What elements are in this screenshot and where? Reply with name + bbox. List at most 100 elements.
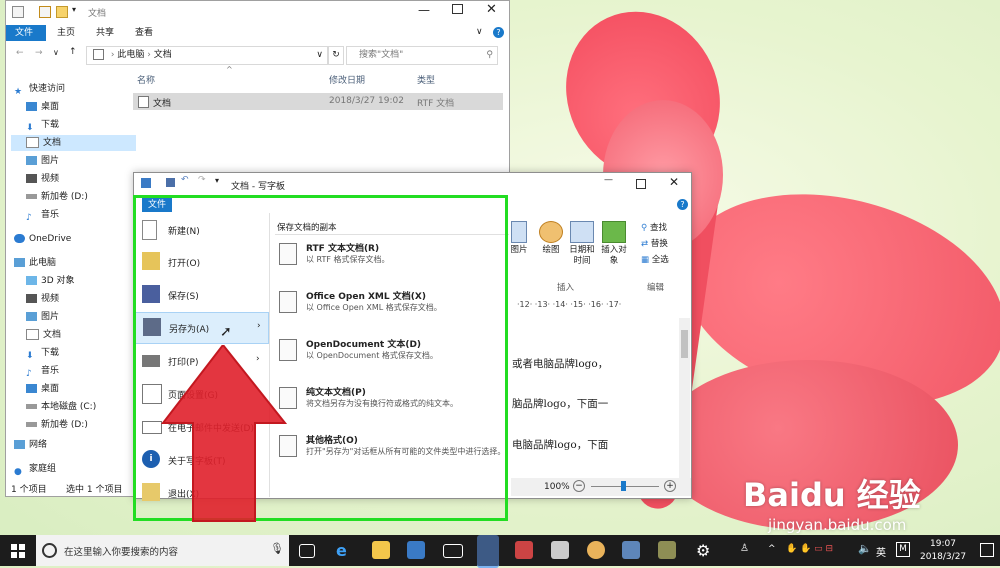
insert-picture-button[interactable]: 图片 [509, 221, 529, 256]
sidebar-item-this-pc[interactable]: 此电脑 [14, 255, 56, 271]
paint-drawing-button[interactable]: 绘图 [536, 221, 566, 256]
tab-home[interactable]: 主页 [48, 25, 84, 41]
forward-arrow-icon[interactable]: → [35, 48, 43, 58]
insert-object-button[interactable]: 插入对象 [599, 221, 629, 267]
sidebar-item-onedrive[interactable]: OneDrive [14, 231, 71, 247]
date-time-button[interactable]: 日期和时间 [567, 221, 597, 267]
replace-button[interactable]: ⇄ 替换 [641, 237, 668, 249]
microphone-icon[interactable]: 🎙 [270, 542, 284, 555]
sidebar-item-quick-access[interactable]: ★ 快速访问 [14, 81, 65, 97]
tab-share[interactable]: 共享 [87, 25, 123, 41]
notification-icon[interactable] [980, 543, 994, 557]
qat-save-icon[interactable] [166, 178, 175, 187]
column-header-modified[interactable]: 修改日期 [329, 73, 365, 86]
sidebar-item-desktop[interactable]: 桌面 [26, 99, 59, 115]
task-view-icon[interactable] [299, 544, 315, 558]
sidebar-item-music-pc[interactable]: ♪ 音乐 [26, 363, 59, 379]
taskbar-search-box[interactable]: 在这里输入你要搜索的内容 🎙 [36, 535, 289, 566]
paint-taskbar-icon[interactable] [587, 541, 605, 559]
recent-dropdown-icon[interactable]: ∨ [53, 48, 59, 57]
ime-indicator[interactable]: 英 [876, 544, 886, 559]
app-icon-1[interactable] [515, 541, 533, 559]
file-explorer-taskbar-icon[interactable] [372, 541, 390, 559]
video-icon [26, 174, 37, 183]
edit-group-label: 编辑 [647, 283, 665, 293]
music-icon: ♪ [26, 213, 32, 223]
breadcrumb-this-pc[interactable]: 此电脑 [117, 50, 144, 60]
sidebar-item-pictures[interactable]: 图片 [26, 153, 59, 169]
settings-gear-icon[interactable]: ⚙ [696, 541, 714, 560]
sidebar-item-pictures-pc[interactable]: 图片 [26, 309, 59, 325]
sort-arrow-icon: ^ [226, 65, 233, 74]
zoom-slider-thumb[interactable] [621, 481, 626, 491]
qat-dropdown-icon[interactable]: ▾ [72, 5, 76, 14]
tab-view[interactable]: 查看 [126, 25, 162, 41]
help-icon[interactable]: ? [493, 27, 504, 38]
desktop-icon [26, 384, 37, 393]
people-icon[interactable]: ♙ [740, 543, 749, 554]
back-arrow-icon[interactable]: ← [16, 48, 24, 58]
tab-file[interactable]: 文件 [6, 25, 46, 41]
close-button[interactable]: ✕ [486, 2, 497, 17]
find-button[interactable]: ⚲ 查找 [641, 221, 667, 233]
up-arrow-icon[interactable]: ↑ [69, 47, 77, 57]
sidebar-item-videos[interactable]: 视频 [26, 171, 59, 187]
vertical-scrollbar[interactable] [679, 318, 690, 478]
address-dropdown-icon[interactable]: ∨ [316, 47, 323, 64]
address-bar[interactable]: › 此电脑 › 文档 ∨ [86, 46, 328, 65]
3d-icon [26, 276, 37, 285]
column-header-type[interactable]: 类型 [417, 73, 435, 86]
breadcrumb-documents[interactable]: 文档 [154, 50, 172, 60]
drive-icon [26, 194, 37, 199]
clock-date[interactable]: 2018/3/27 [920, 552, 966, 562]
pictures-icon [26, 156, 37, 165]
ribbon-expand-icon[interactable]: ∨ [476, 27, 483, 37]
qat-dropdown-icon[interactable]: ▾ [215, 176, 219, 185]
start-windows-icon[interactable] [11, 544, 25, 558]
sidebar-item-homegroup[interactable]: ● 家庭组 [14, 461, 56, 477]
wordpad-taskbar-icon[interactable] [477, 535, 499, 568]
sidebar-item-music[interactable]: ♪ 音乐 [26, 207, 59, 223]
minimize-button[interactable]: — [418, 3, 430, 17]
ime-mode-icon[interactable]: M [896, 542, 910, 557]
store-icon[interactable] [407, 541, 425, 559]
sidebar-item-drive-d[interactable]: 新加卷 (D:) [26, 189, 88, 205]
refresh-button[interactable]: ↻ [328, 46, 344, 65]
sidebar-item-videos-pc[interactable]: 视频 [26, 291, 59, 307]
scroll-thumb[interactable] [681, 330, 688, 358]
properties-icon[interactable] [39, 6, 51, 18]
app-icon-3[interactable] [622, 541, 640, 559]
sidebar-item-documents-pc[interactable]: 文档 [26, 327, 61, 343]
sidebar-item-desktop-pc[interactable]: 桌面 [26, 381, 59, 397]
sidebar-item-downloads-pc[interactable]: ⬇ 下载 [26, 345, 59, 361]
picture-icon [511, 221, 527, 243]
app-icon-2[interactable] [551, 541, 569, 559]
maximize-button[interactable] [452, 4, 463, 14]
qat-undo-icon[interactable]: ↶ [181, 175, 189, 185]
column-header-name[interactable]: 名称 [137, 73, 155, 86]
status-item-count: 1 个项目 [11, 485, 47, 495]
sidebar-item-drive-c[interactable]: 本地磁盘 (C:) [26, 399, 96, 415]
app-icon-4[interactable] [658, 541, 676, 559]
new-folder-icon[interactable] [56, 6, 68, 18]
sidebar-item-drive-d-pc[interactable]: 新加卷 (D:) [26, 417, 88, 433]
select-all-button[interactable]: ▦ 全选 [641, 253, 669, 265]
qat-redo-icon[interactable]: ↷ [198, 175, 206, 185]
sidebar-item-downloads[interactable]: ⬇ 下载 [26, 117, 59, 133]
file-row[interactable]: 文档 2018/3/27 19:02 RTF 文档 [133, 93, 503, 110]
zoom-in-button[interactable]: + [664, 480, 676, 492]
tray-expand-icon[interactable]: ^ [768, 544, 776, 554]
sidebar-item-documents[interactable]: 文档 [11, 135, 136, 151]
search-placeholder: 搜索"文档" [359, 50, 404, 60]
download-icon: ⬇ [26, 351, 34, 361]
volume-icon[interactable]: 🔈 [858, 542, 872, 555]
edge-icon[interactable]: e [336, 541, 354, 560]
explorer-app-icon [12, 6, 24, 18]
zoom-out-button[interactable]: − [573, 480, 585, 492]
mail-icon[interactable] [443, 544, 463, 558]
sidebar-item-network[interactable]: 网络 [14, 437, 47, 453]
sidebar-item-3d-objects[interactable]: 3D 对象 [26, 273, 75, 289]
clock-time[interactable]: 19:07 [930, 539, 956, 549]
wordpad-window-title: 文档 - 写字板 [231, 182, 285, 192]
search-input[interactable]: 搜索"文档" ⚲ [346, 46, 498, 65]
